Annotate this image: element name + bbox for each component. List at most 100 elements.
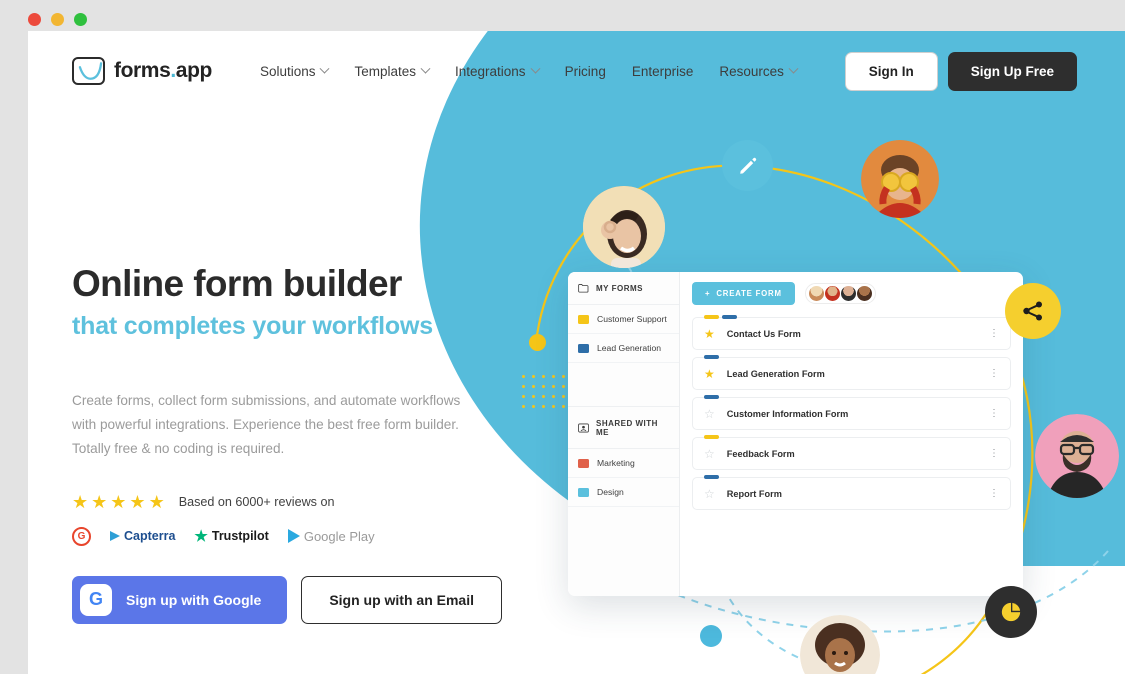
folder-color-icon — [578, 343, 589, 353]
close-window-button[interactable] — [28, 13, 41, 26]
main-nav: Solutions Templates Integrations Pricing… — [259, 63, 799, 79]
nav-label: Resources — [719, 63, 784, 79]
sign-up-with-email-button[interactable]: Sign up with an Email — [301, 575, 502, 624]
row-tags — [704, 395, 719, 399]
create-form-label: CREATE FORM — [716, 289, 782, 298]
nav-item-resources[interactable]: Resources — [719, 63, 799, 79]
favorite-star-icon[interactable]: ☆ — [704, 407, 715, 421]
avatar — [824, 286, 840, 301]
google-play-icon — [287, 529, 300, 544]
row-tags — [704, 435, 719, 439]
pencil-icon — [739, 157, 756, 174]
favorite-star-icon[interactable]: ★ — [704, 367, 715, 381]
header-actions: Sign In Sign Up Free — [844, 51, 1077, 91]
mockup-main-panel: + CREATE FORM ★ Contact Us Form ⋮ ★ Lead… — [680, 272, 1023, 596]
collaborator-avatars[interactable] — [804, 283, 876, 304]
table-row[interactable]: ☆ Customer Information Form ⋮ — [692, 395, 1011, 430]
star-rating: ★ ★ ★ ★ ★ — [72, 493, 165, 511]
sidebar-item-label: Marketing — [597, 458, 635, 468]
tag-yellow — [704, 315, 719, 319]
folder-color-icon — [578, 487, 589, 497]
form-name: Lead Generation Form — [726, 368, 825, 379]
nav-item-enterprise[interactable]: Enterprise — [632, 64, 694, 79]
google-icon: G — [80, 583, 112, 616]
page-subtitle: that completes your workflows — [72, 312, 433, 341]
logo[interactable]: forms.app — [72, 57, 212, 85]
favorite-star-icon[interactable]: ☆ — [704, 487, 715, 501]
badge-trustpilot[interactable]: ★ Trustpilot — [194, 527, 268, 545]
sidebar-item-lead-generation[interactable]: Lead Generation — [568, 334, 679, 363]
row-options-icon[interactable]: ⋮ — [989, 329, 999, 338]
logo-text: forms.app — [114, 59, 212, 82]
tag-blue — [722, 315, 737, 319]
rating-row: ★ ★ ★ ★ ★ Based on 6000+ reviews on — [72, 493, 502, 511]
nav-item-integrations[interactable]: Integrations — [455, 63, 541, 79]
nav-item-pricing[interactable]: Pricing — [565, 64, 606, 79]
favorite-star-icon[interactable]: ★ — [704, 327, 715, 341]
row-tags — [704, 355, 719, 359]
yellow-node-dot — [529, 334, 546, 351]
folder-color-icon — [578, 458, 589, 468]
sign-in-button[interactable]: Sign In — [844, 51, 938, 91]
nav-label: Solutions — [259, 63, 316, 79]
row-options-icon[interactable]: ⋮ — [989, 449, 999, 458]
page-title: Online form builder — [72, 263, 402, 304]
row-options-icon[interactable]: ⋮ — [989, 369, 999, 378]
pencil-icon-bubble[interactable] — [722, 140, 773, 191]
avatar-photo-woman-ok-sign — [583, 186, 665, 268]
form-name: Contact Us Form — [726, 328, 801, 339]
minimize-window-button[interactable] — [51, 13, 64, 26]
chevron-down-icon — [420, 63, 431, 74]
nav-label: Templates — [354, 63, 417, 79]
nav-item-templates[interactable]: Templates — [354, 63, 431, 79]
avatar-photo-man-beard — [1035, 414, 1119, 498]
traffic-lights — [28, 13, 87, 26]
hero-section: Online form builder that completes your … — [72, 263, 502, 624]
badge-google-play[interactable]: Google Play — [287, 529, 375, 544]
row-options-icon[interactable]: ⋮ — [989, 489, 999, 498]
folder-icon — [578, 284, 589, 293]
nav-label: Integrations — [455, 63, 526, 79]
app-mockup: MY FORMS Customer Support Lead Generatio… — [568, 272, 1023, 596]
site-header: forms.app Solutions Templates Integratio… — [28, 31, 1125, 111]
sidebar-item-customer-support[interactable]: Customer Support — [568, 305, 679, 334]
row-tags — [704, 475, 719, 479]
row-options-icon[interactable]: ⋮ — [989, 409, 999, 418]
maximize-window-button[interactable] — [74, 13, 87, 26]
table-row[interactable]: ☆ Report Form ⋮ — [692, 475, 1011, 510]
pie-chart-icon-bubble[interactable] — [985, 586, 1037, 638]
table-row[interactable]: ☆ Feedback Form ⋮ — [692, 435, 1011, 470]
shared-folder-icon — [578, 423, 589, 433]
sidebar-spacer — [568, 363, 679, 407]
table-row[interactable]: ★ Contact Us Form ⋮ — [692, 315, 1011, 350]
avatar — [808, 286, 824, 301]
favorite-star-icon[interactable]: ☆ — [704, 447, 715, 461]
hero-description: Create forms, collect form submissions, … — [72, 393, 461, 456]
sidebar-item-label: Lead Generation — [597, 343, 662, 353]
nav-item-solutions[interactable]: Solutions — [259, 63, 330, 79]
g2-icon: G — [72, 526, 91, 546]
sidebar-item-label: Design — [597, 487, 624, 497]
chevron-down-icon — [530, 63, 541, 74]
create-form-button[interactable]: + CREATE FORM — [692, 282, 795, 305]
sidebar-section-my-forms: MY FORMS — [568, 272, 679, 305]
badge-label: Trustpilot — [211, 529, 269, 544]
sidebar-item-marketing[interactable]: Marketing — [568, 449, 679, 478]
avatar — [840, 286, 856, 301]
tag-blue — [704, 355, 719, 359]
tag-blue — [704, 395, 719, 399]
form-name: Report Form — [726, 488, 782, 499]
sidebar-item-design[interactable]: Design — [568, 478, 679, 507]
badge-capterra[interactable]: Capterra — [110, 529, 175, 543]
sign-up-google-label: Sign up with Google — [126, 591, 262, 608]
review-badges: G Capterra ★ Trustpilot Google Play — [72, 526, 502, 546]
sign-up-with-google-button[interactable]: G Sign up with Google — [72, 575, 288, 624]
sign-up-free-button[interactable]: Sign Up Free — [947, 51, 1077, 91]
share-icon-bubble[interactable] — [1005, 283, 1061, 339]
row-tags — [704, 315, 737, 319]
badge-g2[interactable]: G — [72, 526, 91, 546]
table-row[interactable]: ★ Lead Generation Form ⋮ — [692, 355, 1011, 390]
sidebar-section-shared-with-me: SHARED WITH ME — [568, 407, 679, 449]
logo-check-icon — [72, 57, 105, 85]
badge-label: Capterra — [124, 529, 176, 544]
